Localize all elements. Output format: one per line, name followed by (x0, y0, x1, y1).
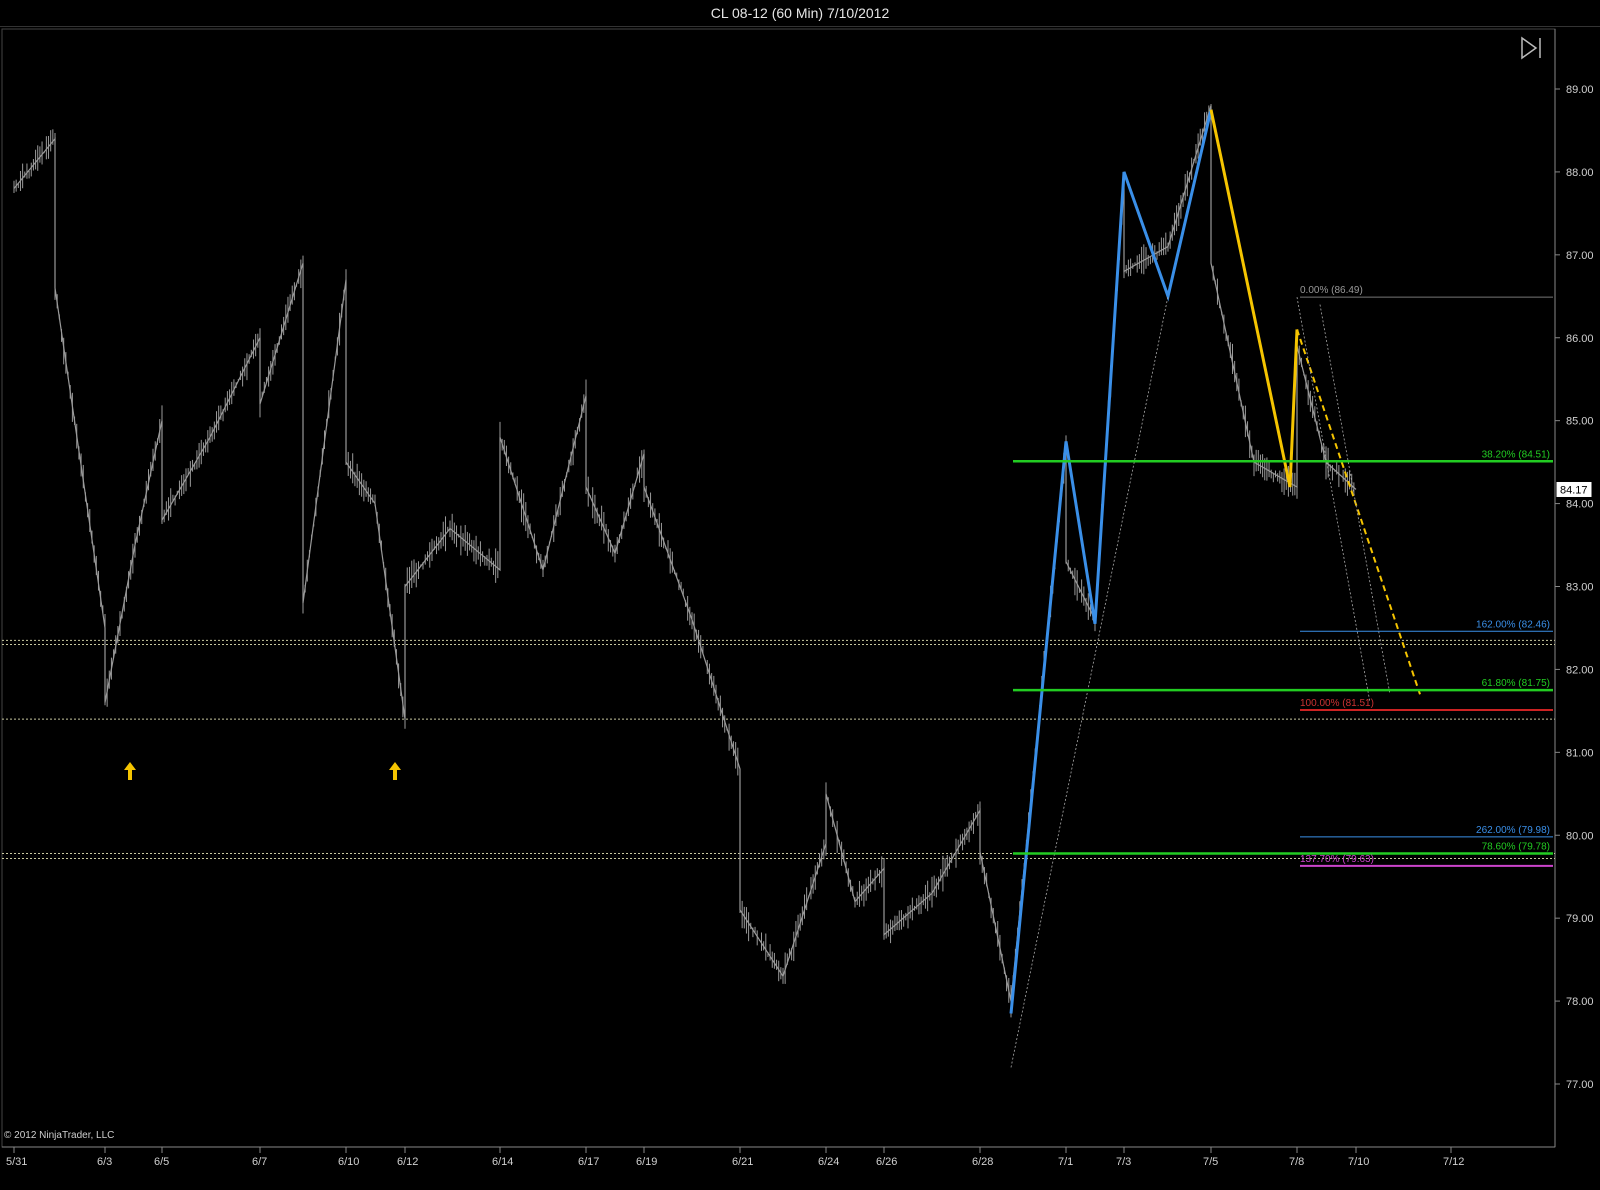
x-tick-label: 7/12 (1443, 1156, 1464, 1168)
x-tick-label: 6/28 (972, 1156, 993, 1168)
x-tick-label: 6/10 (338, 1156, 359, 1168)
x-tick-label: 6/7 (252, 1156, 267, 1168)
fib-extension-label: 100.00% (81.51) (1300, 698, 1374, 709)
y-tick-label: 85.00 (1566, 416, 1594, 428)
x-tick-label: 6/24 (818, 1156, 839, 1168)
y-tick-label: 83.00 (1566, 582, 1594, 594)
y-tick-label: 81.00 (1566, 747, 1594, 759)
fib-extension-label: 262.00% (79.98) (1476, 825, 1550, 836)
skip-to-end-icon (1521, 36, 1541, 60)
x-tick-label: 6/19 (636, 1156, 657, 1168)
y-tick-label: 84.00 (1566, 499, 1594, 511)
x-tick-label: 5/31 (6, 1156, 27, 1168)
skip-to-end-button[interactable] (1518, 34, 1546, 62)
y-tick-label: 82.00 (1566, 664, 1594, 676)
fib-extension-label: 162.00% (82.46) (1476, 619, 1550, 630)
x-tick-label: 6/21 (732, 1156, 753, 1168)
x-tick-label: 6/3 (97, 1156, 112, 1168)
y-tick-label: 80.00 (1566, 830, 1594, 842)
x-tick-label: 6/12 (397, 1156, 418, 1168)
fib-retracement-label: 61.80% (81.75) (1482, 678, 1550, 689)
copyright-text: © 2012 NinjaTrader, LLC (4, 1130, 115, 1141)
price-chart[interactable]: 38.20% (84.51) 61.80% (81.75) 78.60% (79.7… (0, 27, 1600, 1190)
y-tick-label: 78.00 (1566, 996, 1594, 1008)
x-tick-label: 6/14 (492, 1156, 513, 1168)
fib-extension-label: 0.00% (86.49) (1300, 285, 1363, 296)
y-tick-label: 86.00 (1566, 333, 1594, 345)
x-tick-label: 6/26 (876, 1156, 897, 1168)
y-tick-label: 79.00 (1566, 913, 1594, 925)
x-tick-label: 7/1 (1058, 1156, 1073, 1168)
x-tick-label: 7/5 (1203, 1156, 1218, 1168)
x-tick-label: 7/10 (1348, 1156, 1369, 1168)
x-tick-label: 7/8 (1289, 1156, 1304, 1168)
y-tick-label: 89.00 (1566, 84, 1594, 96)
y-tick-label: 88.00 (1566, 167, 1594, 179)
fib-extension-label: 137.70% (79.63) (1300, 854, 1374, 865)
window-title: CL 08-12 (60 Min) 7/10/2012 (0, 0, 1600, 27)
x-tick-label: 7/3 (1116, 1156, 1131, 1168)
fib-retracement-label: 78.60% (79.78) (1482, 841, 1550, 852)
last-price-label: 84.17 (1560, 484, 1588, 496)
y-tick-label: 77.00 (1566, 1079, 1594, 1091)
x-tick-label: 6/5 (154, 1156, 169, 1168)
y-tick-label: 87.00 (1566, 250, 1594, 262)
fib-retracement-label: 38.20% (84.51) (1482, 449, 1550, 460)
x-tick-label: 6/17 (578, 1156, 599, 1168)
